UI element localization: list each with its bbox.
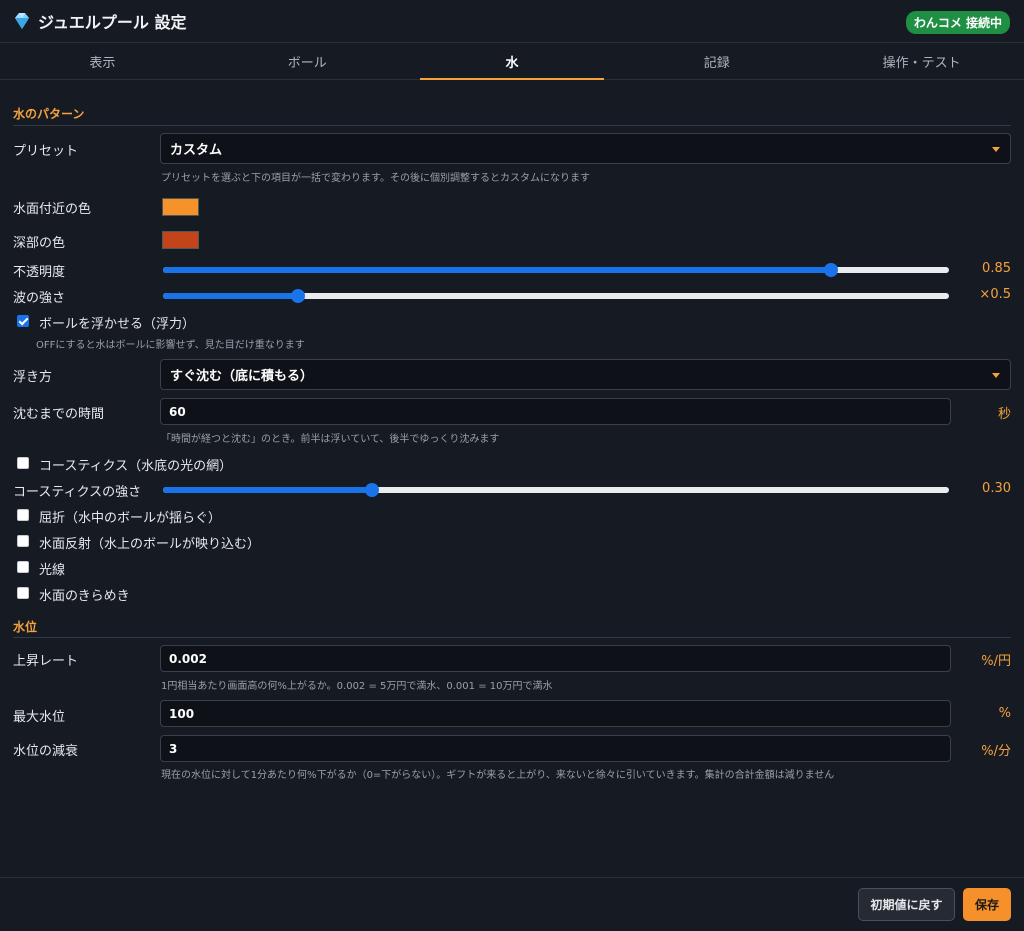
caustics-label: コースティクス（水底の光の網） [39,459,233,474]
float-mode-label: 浮き方 [13,370,53,385]
refraction-checkbox[interactable] [17,509,29,521]
tab-ball[interactable]: ボール [205,44,410,79]
sink-time-label: 沈むまでの時間 [13,407,105,422]
reset-defaults-button[interactable]: 初期値に戻す [858,888,955,921]
decay-value: 3 [169,741,178,756]
buoyancy-hint: OFFにすると水はボールに影響せず、見た目だけ重なります [36,340,305,351]
preset-hint: プリセットを選ぶと下の項目が一括で変わります。その後に個別調整するとカスタムにな… [161,173,590,184]
surface-color-label: 水面付近の色 [13,202,92,217]
sparkle-label: 水面のきらめき [39,589,130,604]
slider-handle[interactable] [824,263,838,277]
chevron-down-icon [992,373,1000,378]
caustics-strength-value: 0.30 [982,481,1011,496]
slider-fill [163,267,831,273]
preset-select[interactable]: カスタム [160,133,1011,164]
rise-rate-hint: 1円相当あたり画面高の何%上がるか。0.002 = 5万円で満水、0.001 =… [161,681,553,692]
rise-rate-value: 0.002 [169,651,207,666]
reflection-checkbox[interactable] [17,535,29,547]
float-mode-value: すぐ沈む（底に積もる） [170,369,314,384]
chevron-down-icon [992,147,1000,152]
rise-rate-unit: %/円 [981,654,1011,669]
caustics-strength-slider[interactable] [163,483,949,497]
section-title-water-pattern: 水のパターン [13,107,85,121]
slider-fill [163,487,372,493]
reflection-label: 水面反射（水上のボールが映り込む） [39,537,261,552]
max-level-label: 最大水位 [13,710,66,725]
caustics-strength-label: コースティクスの強さ [13,485,142,500]
surface-color-picker[interactable] [162,198,199,216]
slider-handle[interactable] [365,483,379,497]
preset-value: カスタム [170,143,223,158]
decay-input[interactable]: 3 [160,735,951,762]
deep-color-label: 深部の色 [13,236,66,251]
preset-label: プリセット [13,144,79,159]
decay-label: 水位の減衰 [13,744,79,759]
buoyancy-label: ボールを浮かせる（浮力） [39,317,196,332]
sink-time-hint: 「時間が経つと沈む」のとき。前半は浮いていて、後半でゆっくり沈みます [161,434,500,445]
tab-record[interactable]: 記録 [614,44,819,79]
rise-rate-input[interactable]: 0.002 [160,645,951,672]
max-level-value: 100 [169,706,195,721]
rise-rate-label: 上昇レート [13,654,79,669]
slider-fill [163,293,298,299]
app-header: ジュエルプール 設定 わんコメ 接続中 [0,0,1024,43]
tab-bar: 表示 ボール 水 記録 操作・テスト [0,44,1024,80]
save-button[interactable]: 保存 [963,888,1011,921]
buoyancy-checkbox[interactable] [17,315,29,327]
section-divider [13,637,1011,638]
sink-time-unit: 秒 [997,407,1011,422]
light-rays-label: 光線 [39,563,66,578]
app-title: ジュエルプール 設定 [38,13,187,32]
opacity-value: 0.85 [982,261,1011,276]
opacity-label: 不透明度 [13,265,66,280]
opacity-slider[interactable] [163,263,949,277]
decay-hint: 現在の水位に対して1分あたり何%下がるか（0=下がらない）。ギフトが来ると上がり… [161,770,835,781]
refraction-label: 屈折（水中のボールが揺らぐ） [39,511,222,526]
deep-color-picker[interactable] [162,231,199,249]
tab-water[interactable]: 水 [410,44,615,80]
connection-status-badge: わんコメ 接続中 [905,11,1010,34]
sink-time-input[interactable]: 60 [160,398,951,425]
float-mode-select[interactable]: すぐ沈む（底に積もる） [160,359,1011,390]
tab-operation-test[interactable]: 操作・テスト [819,44,1024,79]
caustics-checkbox[interactable] [17,457,29,469]
decay-unit: %/分 [981,744,1011,759]
light-rays-checkbox[interactable] [17,561,29,573]
section-divider [13,125,1011,126]
gem-icon [15,13,29,29]
sink-time-value: 60 [169,404,186,419]
max-level-unit: % [998,706,1011,721]
max-level-input[interactable]: 100 [160,700,951,727]
slider-handle[interactable] [291,289,305,303]
sparkle-checkbox[interactable] [17,587,29,599]
wave-strength-slider[interactable] [163,289,949,303]
tab-display[interactable]: 表示 [0,44,205,79]
footer-divider [0,877,1024,878]
wave-strength-label: 波の強さ [13,291,66,306]
section-title-water-level: 水位 [13,620,38,634]
wave-strength-value: ×0.5 [979,287,1011,302]
